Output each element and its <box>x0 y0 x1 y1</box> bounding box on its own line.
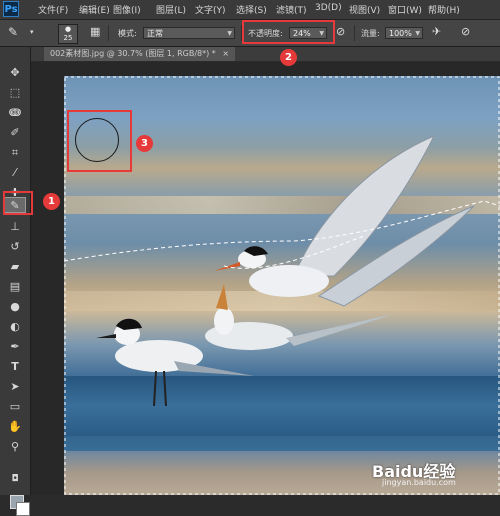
menu-filter[interactable]: 滤镜(T) <box>276 3 307 16</box>
flow-input[interactable]: 100% ▼ <box>385 27 423 39</box>
divider <box>354 25 355 41</box>
brush-panel-toggle-icon[interactable]: ▦ <box>90 25 100 38</box>
mode-select[interactable]: 正常 ▼ <box>143 27 235 39</box>
callout-number: 2 <box>280 49 297 66</box>
path-select-tool-icon[interactable]: ➤ <box>4 379 26 395</box>
baidu-watermark-url: jingyan.baidu.com <box>382 478 456 487</box>
menu-image[interactable]: 图像(I) <box>113 3 141 16</box>
chevron-down-icon[interactable]: ▾ <box>30 28 34 36</box>
rectangle-tool-icon[interactable]: ▭ <box>4 399 26 415</box>
brush-tool-preset-icon[interactable]: ✎ <box>8 25 18 39</box>
callout-number: 3 <box>136 135 153 152</box>
eraser-tool-icon[interactable]: ▰ <box>4 259 26 275</box>
blur-tool-icon[interactable]: ● <box>4 299 26 315</box>
callout-box-brush-tool <box>3 191 33 215</box>
menu-help[interactable]: 帮助(H) <box>428 3 460 16</box>
document-tab-title: 002素材图.jpg @ 30.7% (图层 1, RGB/8*) * <box>50 49 216 58</box>
menu-bar: Ps 文件(F) 编辑(E) 图像(I) 图层(L) 文字(Y) 选择(S) 滤… <box>0 0 500 20</box>
zoom-tool-icon[interactable]: ⚲ <box>4 439 26 455</box>
callout-box-opacity <box>242 20 335 44</box>
divider <box>108 25 109 41</box>
document-tab[interactable]: 002素材图.jpg @ 30.7% (图层 1, RGB/8*) * × <box>44 47 236 61</box>
dodge-tool-icon[interactable]: ◐ <box>4 319 26 335</box>
airbrush-icon[interactable]: ✈ <box>432 25 441 38</box>
lasso-tool-icon[interactable]: ↈ <box>4 105 26 121</box>
flow-value: 100% <box>389 29 412 38</box>
quick-select-tool-icon[interactable]: ✐ <box>4 125 26 141</box>
pressure-size-icon[interactable]: ⊘ <box>461 25 470 38</box>
brush-size-value: 25 <box>63 34 73 42</box>
tools-panel: ✥ ⬚ ↈ ✐ ⌗ ⁄ ✚ ✎ ⊥ ↺ ▰ ▤ ● ◐ ✒ T ➤ ▭ ✋ ⚲ … <box>0 47 31 516</box>
history-brush-tool-icon[interactable]: ↺ <box>4 239 26 255</box>
brush-size-picker[interactable]: ● 25 <box>58 24 78 44</box>
pen-tool-icon[interactable]: ✒ <box>4 339 26 355</box>
quick-mask-icon[interactable]: ◘ <box>4 471 26 487</box>
marquee-tool-icon[interactable]: ⬚ <box>4 85 26 101</box>
menu-window[interactable]: 窗口(W) <box>388 3 422 16</box>
menu-edit[interactable]: 编辑(E) <box>79 3 110 16</box>
flow-label: 流量: <box>361 29 380 38</box>
close-icon[interactable]: × <box>222 49 229 58</box>
brush-dot-icon: ● <box>64 25 72 33</box>
type-tool-icon[interactable]: T <box>4 359 26 375</box>
menu-file[interactable]: 文件(F) <box>38 3 68 16</box>
pressure-opacity-icon[interactable]: ⊘ <box>336 25 345 38</box>
menu-type[interactable]: 文字(Y) <box>195 3 226 16</box>
menu-layer[interactable]: 图层(L) <box>156 3 186 16</box>
background-color-swatch[interactable] <box>16 502 30 516</box>
menu-view[interactable]: 视图(V) <box>349 3 380 16</box>
move-tool-icon[interactable]: ✥ <box>4 65 26 81</box>
photoshop-logo: Ps <box>3 1 19 17</box>
document-tab-bar: 002素材图.jpg @ 30.7% (图层 1, RGB/8*) * × <box>30 47 500 61</box>
menu-3d[interactable]: 3D(D) <box>315 3 342 13</box>
hand-tool-icon[interactable]: ✋ <box>4 419 26 435</box>
gradient-tool-icon[interactable]: ▤ <box>4 279 26 295</box>
crop-tool-icon[interactable]: ⌗ <box>4 145 26 161</box>
chevron-down-icon: ▼ <box>415 30 420 37</box>
clone-stamp-tool-icon[interactable]: ⊥ <box>4 219 26 235</box>
menu-select[interactable]: 选择(S) <box>236 3 267 16</box>
mode-value: 正常 <box>147 29 163 38</box>
chevron-down-icon: ▼ <box>227 30 232 37</box>
callout-number: 1 <box>43 193 60 210</box>
mode-label: 模式: <box>118 29 137 38</box>
eyedropper-tool-icon[interactable]: ⁄ <box>4 165 26 181</box>
callout-box-brush-cursor <box>67 110 132 172</box>
